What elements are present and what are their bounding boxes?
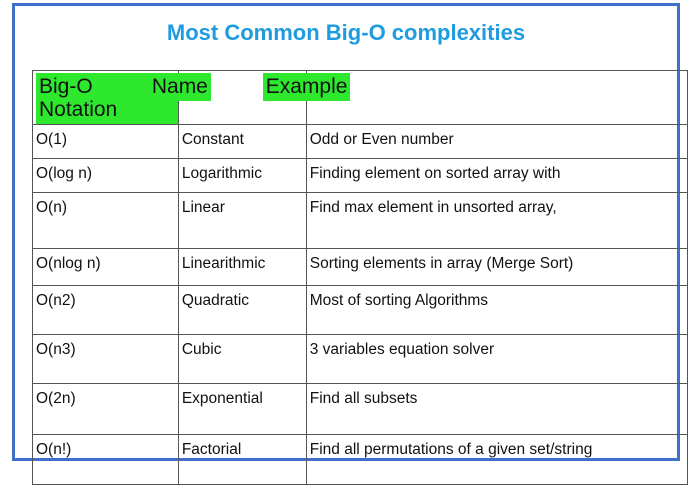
slide-frame: Most Common Big-O complexities Big-O Not…	[12, 3, 689, 485]
cell-example: Find all permutations of a given set/str…	[305, 434, 689, 485]
cell-notation: O(2n)	[32, 383, 179, 436]
cell-name: Exponential	[177, 383, 307, 436]
header-example-label: Example	[262, 73, 351, 102]
cell-example: Odd or Even number	[305, 124, 689, 160]
cell-notation: O(n2)	[32, 285, 179, 336]
table-row: O(1) Constant Odd or Even number	[32, 124, 689, 160]
header-example: Example	[262, 69, 689, 126]
cell-notation: O(n)	[32, 192, 179, 250]
cell-name: Linear	[177, 192, 307, 250]
cell-example: Sorting elements in array (Merge Sort)	[305, 248, 689, 287]
table-row: O(n3) Cubic 3 variables equation solver	[32, 334, 689, 385]
table-row: O(n2) Quadratic Most of sorting Algorith…	[32, 285, 689, 336]
cell-example: 3 variables equation solver	[305, 334, 689, 385]
table-header-row: Big-O Notation Name Example	[32, 69, 689, 126]
cell-example: Find all subsets	[305, 383, 689, 436]
cell-name: Cubic	[177, 334, 307, 385]
cell-name: Factorial	[177, 434, 307, 485]
table-row: O(log n) Logarithmic Finding element on …	[32, 158, 689, 194]
table-row: O(2n) Exponential Find all subsets	[32, 383, 689, 436]
table-row: O(n!) Factorial Find all permutations of…	[32, 434, 689, 485]
header-name-label: Name	[148, 73, 211, 102]
cell-name: Constant	[177, 124, 307, 160]
table-row: O(n) Linear Find max element in unsorted…	[32, 192, 689, 250]
cell-notation: O(n!)	[32, 434, 179, 485]
complexity-table: Big-O Notation Name Example O(1) Constan…	[32, 69, 689, 485]
cell-name: Quadratic	[177, 285, 307, 336]
cell-notation: O(log n)	[32, 158, 179, 194]
cell-notation: O(n3)	[32, 334, 179, 385]
cell-name: Logarithmic	[177, 158, 307, 194]
cell-example: Finding element on sorted array with	[305, 158, 689, 194]
cell-name: Linearithmic	[177, 248, 307, 287]
table-row: O(nlog n) Linearithmic Sorting elements …	[32, 248, 689, 287]
cell-notation: O(1)	[32, 124, 179, 160]
page-title: Most Common Big-O complexities	[166, 20, 526, 45]
cell-example: Find max element in unsorted array,	[305, 192, 689, 250]
cell-example: Most of sorting Algorithms	[305, 285, 689, 336]
cell-notation: O(nlog n)	[32, 248, 179, 287]
